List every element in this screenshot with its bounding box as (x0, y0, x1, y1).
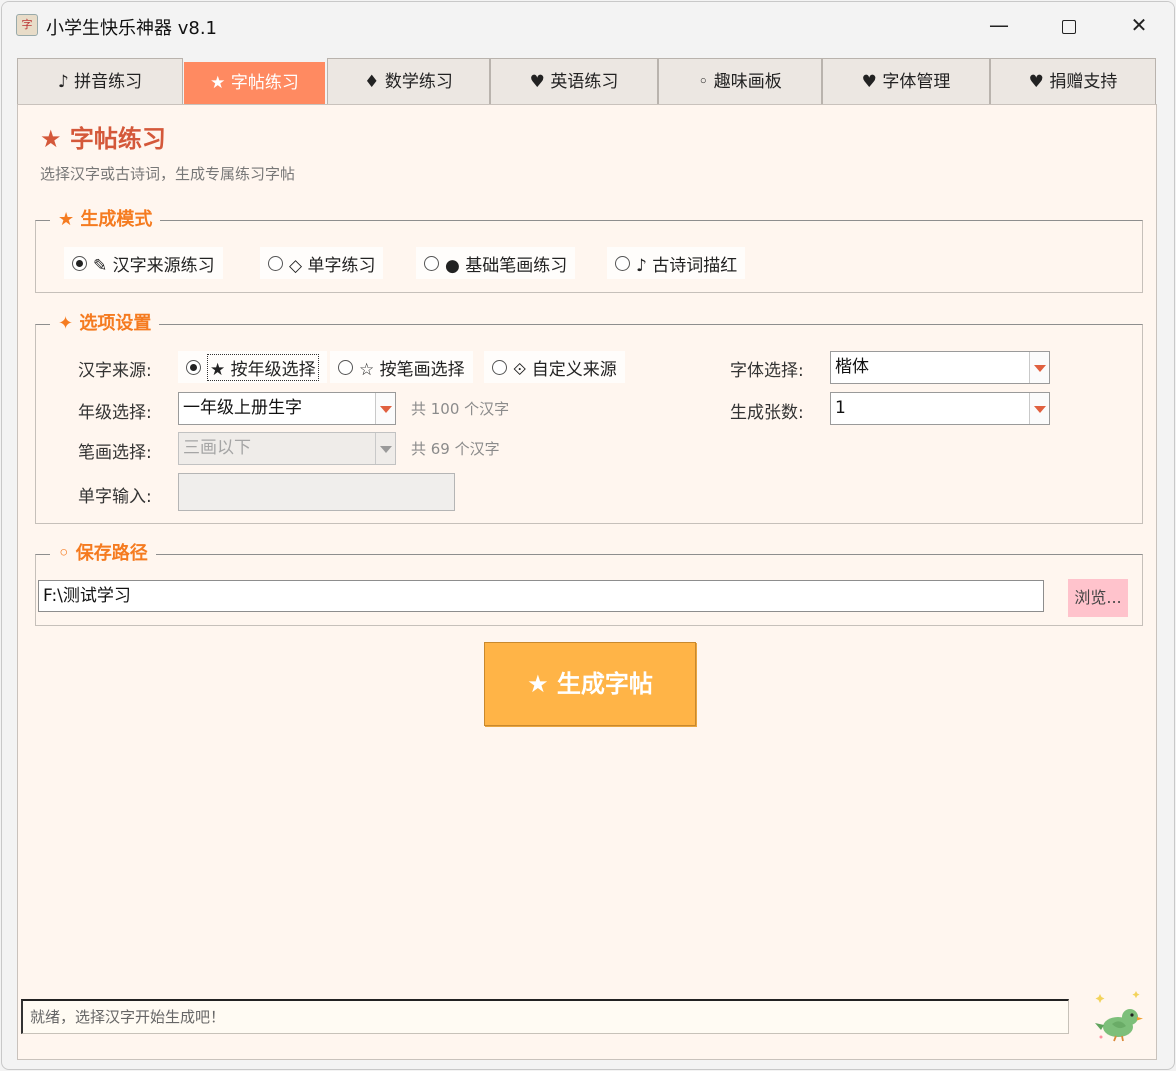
radio-label: ☆ 按笔画选择 (359, 359, 465, 380)
sheets-select[interactable]: 1 (830, 392, 1050, 425)
radio-indicator (186, 359, 201, 375)
maximize-button[interactable] (1046, 10, 1092, 40)
radio-indicator (424, 255, 439, 271)
grade-label: 年级选择: (78, 403, 152, 423)
radio-indicator (338, 359, 353, 375)
title-bar: 字 小学生快乐神器 v8.1 — ✕ (2, 2, 1174, 48)
font-select[interactable]: 楷体 (830, 351, 1050, 384)
radio-indicator (492, 359, 507, 375)
font-label: 字体选择: (730, 361, 804, 381)
grade-select-value: 一年级上册生字 (183, 398, 302, 418)
grade-select[interactable]: 一年级上册生字 (178, 392, 396, 425)
single-char-input[interactable] (178, 473, 455, 511)
radio-indicator (615, 255, 630, 271)
grade-count-hint: 共 100 个汉字 (411, 400, 510, 418)
minimize-button[interactable]: — (976, 10, 1022, 40)
radio-label: ♪ 古诗词描红 (636, 255, 738, 276)
chevron-down-icon[interactable] (375, 433, 395, 464)
status-bar: 就绪，选择汉字开始生成吧！ (21, 999, 1069, 1034)
tab-english[interactable]: ♥ 英语练习 (490, 58, 658, 104)
tab-donate[interactable]: ♥ 捐赠支持 (990, 58, 1156, 104)
mode-group-title: ★ 生成模式 (50, 205, 161, 231)
save-group-title: ◦ 保存路径 (50, 539, 156, 565)
tab-math[interactable]: ♦ 数学练习 (327, 58, 490, 104)
source-label: 汉字来源: (78, 361, 152, 381)
chevron-down-icon[interactable] (375, 393, 395, 424)
sheets-label: 生成张数: (730, 403, 804, 423)
source-radio-stroke[interactable]: ☆ 按笔画选择 (330, 351, 473, 383)
options-group-title: ✦ 选项设置 (50, 309, 160, 335)
mode-group: ★ 生成模式 ✎ 汉字来源练习 ◇ 单字练习 ● 基础笔画练习 ♪ 古诗词描红 (35, 205, 1143, 293)
page-title: ★ 字帖练习 (40, 125, 166, 153)
page-subtitle: 选择汉字或古诗词，生成专属练习字帖 (40, 165, 296, 183)
app-window: 字 小学生快乐神器 v8.1 — ✕ ♪ 拼音练习 ★ 字帖练习 ♦ 数学练习 … (1, 1, 1175, 1070)
bird-icon (1095, 991, 1143, 1042)
maximize-icon (1062, 19, 1076, 34)
radio-label: ⟐ 自定义来源 (513, 359, 617, 380)
app-icon: 字 (16, 14, 38, 36)
browse-button[interactable]: 浏览... (1068, 579, 1128, 617)
generate-button[interactable]: ★ 生成字帖 (484, 642, 696, 726)
stroke-count-hint: 共 69 个汉字 (411, 440, 500, 458)
tab-bar: ♪ 拼音练习 ★ 字帖练习 ♦ 数学练习 ♥ 英语练习 ◦ 趣味画板 ♥ 字体管… (17, 58, 1157, 106)
tab-copybook[interactable]: ★ 字帖练习 (184, 62, 325, 106)
save-path-input[interactable]: F:\测试学习 (38, 580, 1044, 612)
radio-label: ★ 按年级选择 (207, 353, 319, 381)
stroke-select-value: 三画以下 (183, 438, 251, 458)
copybook-panel: ★ 字帖练习 选择汉字或古诗词，生成专属练习字帖 ★ 生成模式 ✎ 汉字来源练习… (17, 104, 1157, 1060)
tab-drawing[interactable]: ◦ 趣味画板 (658, 58, 822, 104)
single-label: 单字输入: (78, 487, 152, 507)
radio-label: ● 基础笔画练习 (445, 255, 568, 276)
tab-pinyin[interactable]: ♪ 拼音练习 (17, 58, 183, 104)
mode-radio-single[interactable]: ◇ 单字练习 (260, 247, 384, 279)
radio-label: ◇ 单字练习 (289, 255, 376, 276)
radio-label: ✎ 汉字来源练习 (93, 255, 215, 276)
chevron-down-icon[interactable] (1029, 393, 1049, 424)
stroke-select[interactable]: 三画以下 (178, 432, 396, 465)
mode-radio-strokes[interactable]: ● 基础笔画练习 (416, 247, 576, 279)
chevron-down-icon[interactable] (1029, 352, 1049, 383)
mode-radio-source[interactable]: ✎ 汉字来源练习 (64, 247, 223, 279)
radio-indicator (72, 255, 87, 271)
mode-radio-poem[interactable]: ♪ 古诗词描红 (607, 247, 746, 279)
sheets-select-value: 1 (835, 398, 846, 418)
font-select-value: 楷体 (835, 357, 869, 377)
stroke-label: 笔画选择: (78, 443, 152, 463)
window-title: 小学生快乐神器 v8.1 (46, 18, 217, 39)
tab-fonts[interactable]: ♥ 字体管理 (822, 58, 990, 104)
source-radio-grade[interactable]: ★ 按年级选择 (178, 351, 327, 383)
source-radio-custom[interactable]: ⟐ 自定义来源 (484, 351, 625, 383)
close-button[interactable]: ✕ (1116, 10, 1162, 40)
options-group: ✦ 选项设置 汉字来源: ★ 按年级选择 ☆ 按笔画选择 ⟐ 自定义来源 年级选… (35, 309, 1143, 524)
radio-indicator (268, 255, 283, 271)
